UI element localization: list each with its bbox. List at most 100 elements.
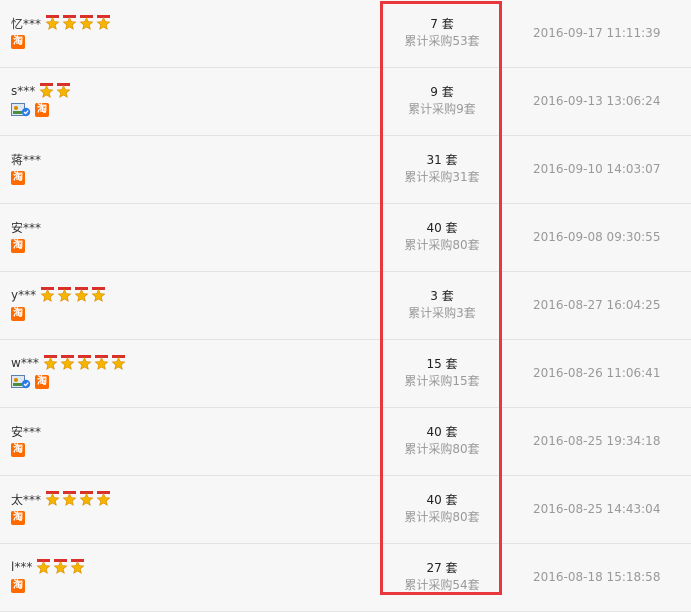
purchase-quantity: 40 套 — [426, 425, 458, 439]
buyer-credit-stars — [45, 15, 113, 31]
buyer-credit-stars — [39, 83, 73, 99]
quantity-cell: 3 套累计采购3套 — [381, 272, 503, 339]
credit-star-icon — [39, 83, 54, 99]
purchase-date: 2016-09-10 14:03:07 — [533, 162, 661, 176]
credit-star-icon — [62, 491, 77, 507]
verified-buyer-icon — [11, 375, 31, 389]
taobao-badge-icon: 淘 — [11, 443, 25, 457]
cumulative-purchase: 累计采购80套 — [404, 238, 480, 252]
quantity-cell: 7 套累计采购53套 — [381, 0, 503, 67]
purchase-date: 2016-08-26 11:06:41 — [533, 366, 661, 380]
quantity-cell: 40 套累计采购80套 — [381, 204, 503, 271]
quantity-cell: 40 套累计采购80套 — [381, 408, 503, 475]
table-row: 蒋*** 淘 31 套累计采购31套 2016-09-10 14:03:07 — [0, 136, 691, 204]
table-row: 安*** 淘 40 套累计采购80套 2016-09-08 09:30:55 — [0, 204, 691, 272]
buyer-name: l*** — [11, 560, 33, 574]
credit-star-icon — [53, 559, 68, 575]
credit-star-icon — [96, 15, 111, 31]
cumulative-purchase: 累计采购54套 — [404, 578, 480, 592]
credit-star-icon — [40, 287, 55, 303]
purchase-quantity: 40 套 — [426, 221, 458, 235]
buyer-name: w*** — [11, 356, 39, 370]
buyer-name: 蒋*** — [11, 152, 42, 167]
taobao-badge-icon: 淘 — [35, 375, 49, 389]
purchase-date: 2016-09-08 09:30:55 — [533, 230, 661, 244]
taobao-badge-icon: 淘 — [11, 239, 25, 253]
cumulative-purchase: 累计采购9套 — [408, 102, 476, 116]
buyer-info: 蒋*** 淘 — [11, 150, 45, 186]
credit-star-icon — [36, 559, 51, 575]
buyer-name: 太*** — [11, 492, 42, 507]
taobao-badge-icon: 淘 — [11, 511, 25, 525]
credit-star-icon — [60, 355, 75, 371]
taobao-badge-icon: 淘 — [35, 103, 49, 117]
purchase-quantity: 31 套 — [426, 153, 458, 167]
credit-star-icon — [57, 287, 72, 303]
table-row: 太*** 淘 40 套累计采购80套 2016-08-25 14:43:04 — [0, 476, 691, 544]
buyer-credit-stars — [40, 287, 108, 303]
table-row: 忆*** 淘 7 套累计采购53套 2016-09-17 11:11:39 — [0, 0, 691, 68]
credit-star-icon — [111, 355, 126, 371]
credit-star-icon — [91, 287, 106, 303]
credit-star-icon — [45, 15, 60, 31]
cumulative-purchase: 累计采购3套 — [408, 306, 476, 320]
credit-star-icon — [56, 83, 71, 99]
buyer-info: 安*** 淘 — [11, 218, 45, 254]
purchase-quantity: 3 套 — [430, 289, 454, 303]
cumulative-purchase: 累计采购80套 — [404, 442, 480, 456]
purchase-date: 2016-08-18 15:18:58 — [533, 570, 661, 584]
credit-star-icon — [45, 491, 60, 507]
taobao-badge-icon: 淘 — [11, 171, 25, 185]
taobao-badge-icon: 淘 — [11, 35, 25, 49]
credit-star-icon — [70, 559, 85, 575]
purchase-date: 2016-08-27 16:04:25 — [533, 298, 661, 312]
purchase-quantity: 40 套 — [426, 493, 458, 507]
purchase-date: 2016-09-17 11:11:39 — [533, 26, 661, 40]
table-row: y*** 淘 3 套累计采购3套 2016-08-27 16:04:25 — [0, 272, 691, 340]
buyer-name: s*** — [11, 84, 36, 98]
quantity-cell: 15 套累计采购15套 — [381, 340, 503, 407]
verified-buyer-icon — [11, 103, 31, 117]
buyer-info: 太*** 淘 — [11, 490, 113, 526]
credit-star-icon — [79, 15, 94, 31]
buyer-info: 忆*** 淘 — [11, 14, 113, 50]
quantity-cell: 9 套累计采购9套 — [381, 68, 503, 135]
buyer-credit-stars — [43, 355, 128, 371]
credit-star-icon — [94, 355, 109, 371]
credit-star-icon — [74, 287, 89, 303]
buyer-info: 安*** 淘 — [11, 422, 45, 458]
table-row: 安*** 淘 40 套累计采购80套 2016-08-25 19:34:18 — [0, 408, 691, 476]
cumulative-purchase: 累计采购80套 — [404, 510, 480, 524]
purchase-quantity: 15 套 — [426, 357, 458, 371]
cumulative-purchase: 累计采购15套 — [404, 374, 480, 388]
buyer-credit-stars — [36, 559, 87, 575]
quantity-cell: 27 套累计采购54套 — [381, 544, 503, 611]
quantity-cell: 31 套累计采购31套 — [381, 136, 503, 203]
credit-star-icon — [79, 491, 94, 507]
table-row: l*** 淘 27 套累计采购54套 2016-08-18 15:18:58 — [0, 544, 691, 612]
buyer-name: y*** — [11, 288, 37, 302]
buyer-info: y*** 淘 — [11, 286, 108, 322]
credit-star-icon — [96, 491, 111, 507]
cumulative-purchase: 累计采购31套 — [404, 170, 480, 184]
purchase-quantity: 27 套 — [426, 561, 458, 575]
credit-star-icon — [77, 355, 92, 371]
purchase-quantity: 7 套 — [430, 17, 454, 31]
purchase-date: 2016-09-13 13:06:24 — [533, 94, 661, 108]
buyer-credit-stars — [45, 491, 113, 507]
purchase-quantity: 9 套 — [430, 85, 454, 99]
buyer-name: 忆*** — [11, 16, 42, 31]
buyer-info: l*** 淘 — [11, 558, 87, 594]
buyer-info: s*** 淘 — [11, 82, 73, 118]
quantity-cell: 40 套累计采购80套 — [381, 476, 503, 543]
purchase-record-list: 忆*** 淘 7 套累计采购53套 2016-09-17 11:11:39 s*** 淘 9… — [0, 0, 691, 612]
buyer-name: 安*** — [11, 220, 42, 235]
table-row: w*** 淘 15 套累计采购15套 2016-08-26 11:06:41 — [0, 340, 691, 408]
credit-star-icon — [43, 355, 58, 371]
credit-star-icon — [62, 15, 77, 31]
cumulative-purchase: 累计采购53套 — [404, 34, 480, 48]
buyer-info: w*** 淘 — [11, 354, 128, 390]
buyer-name: 安*** — [11, 424, 42, 439]
taobao-badge-icon: 淘 — [11, 307, 25, 321]
taobao-badge-icon: 淘 — [11, 579, 25, 593]
